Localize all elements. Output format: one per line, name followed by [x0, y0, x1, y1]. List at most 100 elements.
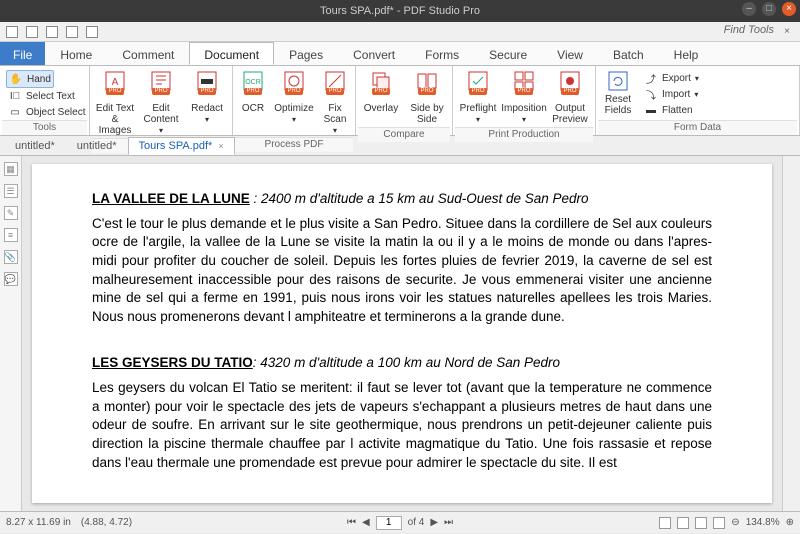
ribbon-group-form: Reset Fields ⤴Export▾ ⤵Import▾ ▬Flatten …	[596, 66, 800, 135]
import-icon: ⤵	[644, 87, 658, 101]
close-button[interactable]: ×	[782, 2, 796, 16]
group-label-tools: Tools	[2, 120, 87, 135]
export-icon: ⤴	[644, 71, 658, 85]
heading-2-meta: : 4320 m d'altitude a 100 km au Nord de …	[253, 355, 560, 370]
zoom-out-icon[interactable]: ⊖	[731, 517, 739, 528]
reset-fields-button[interactable]: Reset Fields	[598, 68, 638, 118]
select-text-tool[interactable]: I⃞Select Text	[6, 88, 77, 104]
object-select-tool[interactable]: ▭Object Select	[6, 104, 87, 120]
tab-secure[interactable]: Secure	[474, 42, 542, 65]
maximize-button[interactable]: □	[762, 2, 776, 16]
thumbnails-icon[interactable]: ▦	[4, 162, 18, 176]
ribbon-group-process: OCRPROOCR PROOptimize▾ PROFix Scan▾ Proc…	[233, 66, 356, 135]
tab-view[interactable]: View	[542, 42, 598, 65]
minimize-button[interactable]: –	[742, 2, 756, 16]
edit-content-button[interactable]: PROEdit Content▾	[138, 68, 184, 137]
fix-scan-button[interactable]: PROFix Scan▾	[317, 68, 353, 137]
page-dimensions: 8.27 x 11.69 in	[6, 517, 71, 528]
close-tab-icon[interactable]: ×	[218, 141, 223, 151]
document-view[interactable]: LA VALLEE DE LA LUNE : 2400 m d'altitude…	[22, 156, 782, 511]
tab-help[interactable]: Help	[659, 42, 714, 65]
page-nav: ⏮ ◀ of 4 ▶ ⏭	[347, 516, 453, 530]
tab-home[interactable]: Home	[45, 42, 107, 65]
import-button[interactable]: ⤵Import▾	[642, 86, 700, 102]
page-number-input[interactable]	[376, 516, 402, 530]
attachments-icon[interactable]: 📎	[4, 250, 18, 264]
doc-tab-0[interactable]: untitled*	[4, 137, 66, 155]
reset-icon	[607, 70, 629, 92]
hand-icon: ✋	[9, 72, 23, 86]
doc-tab-2[interactable]: Tours SPA.pdf*×	[128, 137, 235, 155]
redact-button[interactable]: PRORedact▾	[184, 68, 230, 126]
optimize-button[interactable]: PROOptimize▾	[271, 68, 317, 126]
svg-text:OCR: OCR	[245, 79, 261, 86]
find-tools-input[interactable]: Find Tools	[724, 24, 774, 36]
signatures-icon[interactable]: ✎	[4, 206, 18, 220]
next-page-icon[interactable]: ▶	[430, 517, 438, 528]
app-icon	[6, 26, 18, 38]
cursor-coords: (4.88, 4.72)	[81, 517, 132, 528]
statusbar: 8.27 x 11.69 in (4.88, 4.72) ⏮ ◀ of 4 ▶ …	[0, 511, 800, 533]
imposition-button[interactable]: PROImposition▾	[501, 68, 547, 126]
heading-1-meta: : 2400 m d'altitude a 15 km au Sud-Ouest…	[254, 191, 589, 206]
zoom-level[interactable]: 134.8%	[746, 517, 780, 528]
side-by-side-button[interactable]: PROSide by Side	[404, 68, 450, 127]
tab-batch[interactable]: Batch	[598, 42, 659, 65]
overlay-button[interactable]: PROOverlay	[358, 68, 404, 116]
tab-convert[interactable]: Convert	[338, 42, 410, 65]
object-select-icon: ▭	[8, 105, 22, 119]
heading-2: LES GEYSERS DU TATIO	[92, 355, 253, 370]
ribbon-group-print: PROPreflight▾ PROImposition▾ PROOutput P…	[453, 66, 596, 135]
view-facing-icon[interactable]	[695, 517, 707, 529]
edit-text-images-button[interactable]: APROEdit Text & Images	[92, 68, 138, 138]
paragraph-1: C'est le tour le plus demande et le plus…	[92, 215, 712, 327]
text-select-icon: I⃞	[8, 89, 22, 103]
layers-icon[interactable]: ≡	[4, 228, 18, 242]
right-sidebar	[782, 156, 800, 511]
side-panel-tabs: ▦ ☰ ✎ ≡ 📎 💬	[0, 156, 22, 511]
view-continuous-icon[interactable]	[677, 517, 689, 529]
preflight-button[interactable]: PROPreflight▾	[455, 68, 501, 126]
tab-document[interactable]: Document	[189, 42, 274, 65]
ocr-button[interactable]: OCRPROOCR	[235, 68, 271, 116]
tab-comment[interactable]: Comment	[107, 42, 189, 65]
tab-pages[interactable]: Pages	[274, 42, 338, 65]
mail-icon[interactable]	[86, 26, 98, 38]
heading-1: LA VALLEE DE LA LUNE	[92, 191, 250, 206]
menubar: File Home Comment Document Pages Convert…	[0, 42, 800, 66]
export-button[interactable]: ⤴Export▾	[642, 70, 701, 86]
quick-access-toolbar	[0, 22, 800, 42]
print-icon[interactable]	[66, 26, 78, 38]
hand-tool[interactable]: ✋Hand	[6, 70, 54, 88]
ribbon: ✋Hand I⃞Select Text ▭Object Select Tools…	[0, 66, 800, 136]
group-label-compare: Compare	[358, 127, 450, 142]
open-icon[interactable]	[26, 26, 38, 38]
page: LA VALLEE DE LA LUNE : 2400 m d'altitude…	[32, 164, 772, 503]
window-title: Tours SPA.pdf* - PDF Studio Pro	[320, 5, 480, 17]
work-area: ▦ ☰ ✎ ≡ 📎 💬 LA VALLEE DE LA LUNE : 2400 …	[0, 156, 800, 511]
save-icon[interactable]	[46, 26, 58, 38]
bookmarks-icon[interactable]: ☰	[4, 184, 18, 198]
page-count: of 4	[408, 517, 425, 528]
output-preview-button[interactable]: PROOutput Preview	[547, 68, 593, 127]
paragraph-2: Les geysers du volcan El Tatio se merite…	[92, 379, 712, 472]
ribbon-group-tools: ✋Hand I⃞Select Text ▭Object Select Tools	[0, 66, 90, 135]
collapse-ribbon-icon[interactable]: ×	[784, 26, 790, 37]
tab-file[interactable]: File	[0, 42, 45, 65]
comments-icon[interactable]: 💬	[4, 272, 18, 286]
group-label-print: Print Production	[455, 127, 593, 142]
view-cover-icon[interactable]	[713, 517, 725, 529]
titlebar: Tours SPA.pdf* - PDF Studio Pro – □ ×	[0, 0, 800, 22]
group-label-process: Process PDF	[235, 137, 353, 152]
svg-text:A: A	[112, 77, 119, 88]
tab-forms[interactable]: Forms	[410, 42, 474, 65]
flatten-button[interactable]: ▬Flatten	[642, 102, 695, 118]
prev-page-icon[interactable]: ◀	[362, 517, 370, 528]
group-label-form: Form Data	[598, 120, 797, 135]
zoom-in-icon[interactable]: ⊕	[786, 517, 794, 528]
view-single-icon[interactable]	[659, 517, 671, 529]
first-page-icon[interactable]: ⏮	[347, 517, 356, 528]
last-page-icon[interactable]: ⏭	[444, 517, 453, 528]
ribbon-group-content: APROEdit Text & Images PROEdit Content▾ …	[90, 66, 233, 135]
doc-tab-1[interactable]: untitled*	[66, 137, 128, 155]
